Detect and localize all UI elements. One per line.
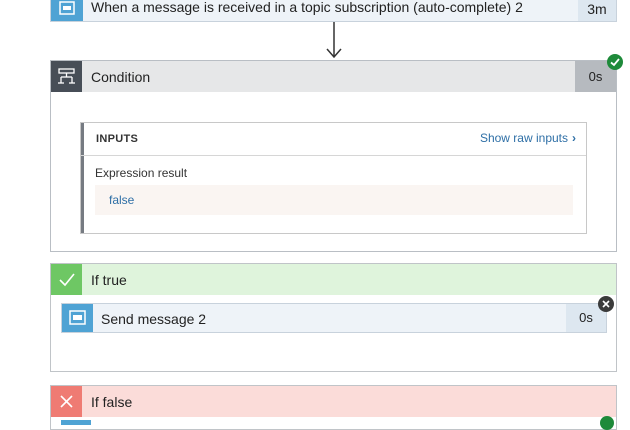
inputs-header: INPUTS Show raw inputs › (81, 123, 586, 156)
if-false-header[interactable]: If false (51, 386, 616, 417)
skipped-x-icon (598, 296, 614, 312)
condition-title: Condition (91, 69, 151, 85)
next-action-icon-strip (61, 420, 91, 425)
if-false-card[interactable]: If false (50, 385, 617, 430)
send-message-action[interactable]: Send message 2 0s (61, 303, 607, 333)
connector-arrow-icon (326, 22, 342, 59)
success-check-icon (600, 416, 614, 430)
send-message-title: Send message 2 (101, 311, 207, 327)
x-icon (51, 386, 82, 417)
if-true-title: If true (91, 272, 127, 288)
if-true-header[interactable]: If true (51, 264, 616, 295)
condition-header[interactable]: Condition 0s (51, 61, 616, 92)
show-raw-inputs-label: Show raw inputs (479, 131, 568, 145)
trigger-card[interactable]: When a message is received in a topic su… (50, 0, 617, 22)
inputs-panel: INPUTS Show raw inputs › Expression resul… (80, 122, 587, 234)
inputs-heading: INPUTS (96, 133, 139, 145)
service-bus-icon (62, 304, 93, 332)
show-raw-inputs-link[interactable]: Show raw inputs › (480, 131, 576, 145)
if-false-title: If false (91, 394, 133, 410)
trigger-title: When a message is received in a topic su… (91, 0, 523, 15)
chevron-right-icon: › (572, 131, 576, 145)
service-bus-icon (51, 0, 83, 21)
checkmark-icon (51, 264, 82, 295)
trigger-duration: 3m (578, 0, 616, 21)
expression-result-value: false (95, 185, 573, 215)
condition-icon (51, 61, 82, 92)
success-check-icon (607, 54, 623, 70)
expression-result-label: Expression result (95, 166, 188, 180)
